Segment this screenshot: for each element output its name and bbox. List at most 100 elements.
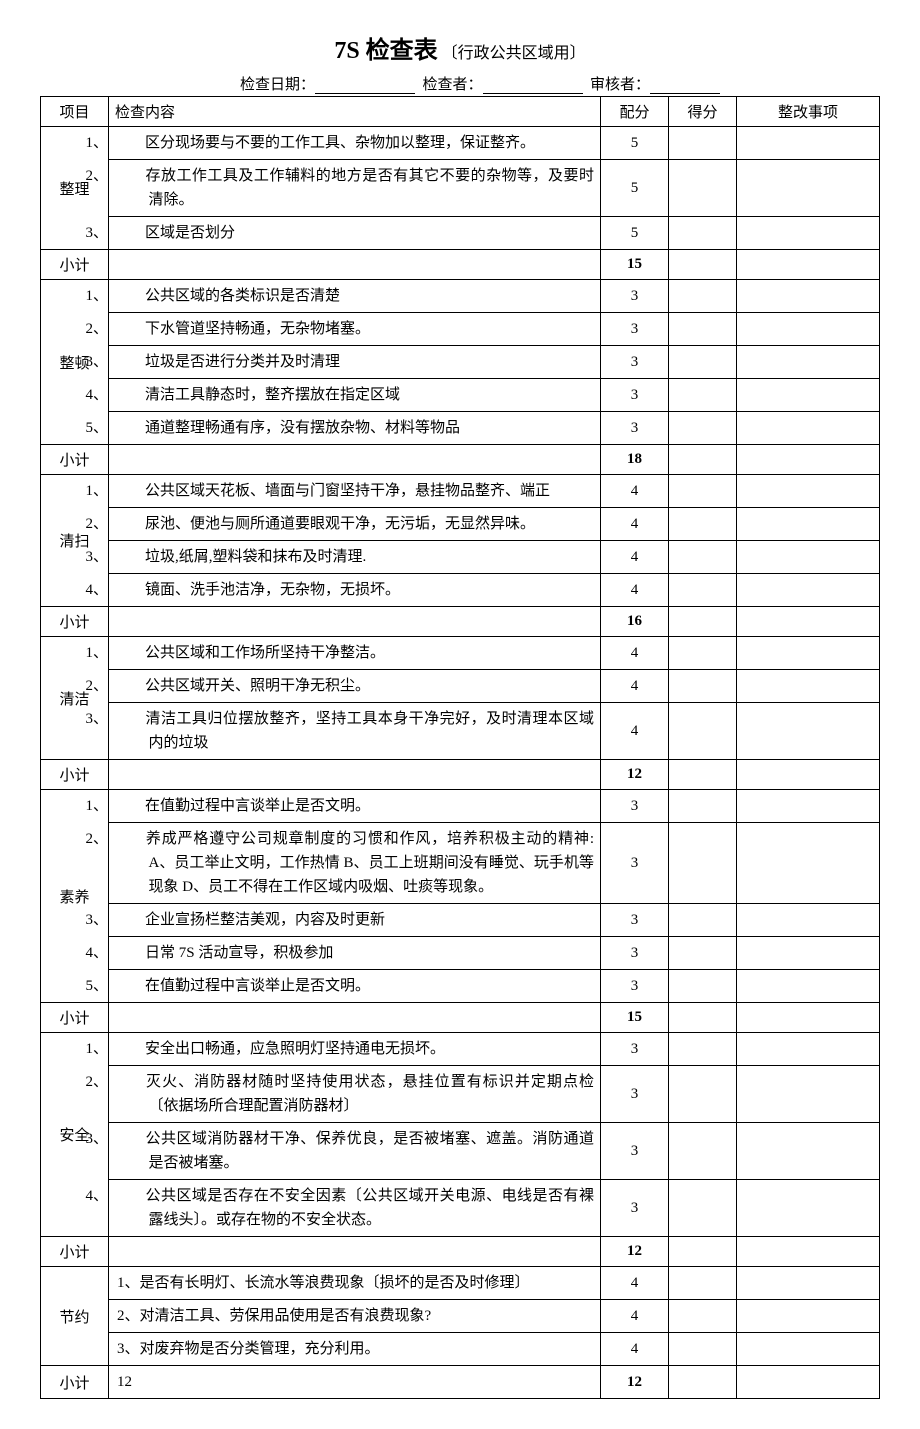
table-row: 3、清洁工具归位摆放整齐，坚持工具本身干净完好，及时清理本区域内的垃圾4 — [41, 703, 880, 760]
item-got[interactable] — [669, 346, 737, 379]
item-fix[interactable] — [737, 475, 880, 508]
item-got[interactable] — [669, 1123, 737, 1180]
item-score: 3 — [601, 346, 669, 379]
meta-date-blank[interactable] — [315, 75, 415, 94]
subtotal-row: 小计12 — [41, 760, 880, 790]
item-got[interactable] — [669, 379, 737, 412]
item-fix[interactable] — [737, 280, 880, 313]
item-fix[interactable] — [737, 1033, 880, 1066]
subtotal-fix[interactable] — [737, 607, 880, 637]
item-got[interactable] — [669, 217, 737, 250]
item-content: 1、安全出口畅通，应急照明灯坚持通电无损坏。 — [109, 1033, 601, 1066]
subtotal-got[interactable] — [669, 250, 737, 280]
item-fix[interactable] — [737, 160, 880, 217]
title-sub: 〔行政公共区域用〕 — [442, 45, 586, 62]
item-fix[interactable] — [737, 1123, 880, 1180]
subtotal-label: 小计 — [41, 607, 109, 637]
item-fix[interactable] — [737, 970, 880, 1003]
item-got[interactable] — [669, 1267, 737, 1300]
subtotal-fix[interactable] — [737, 760, 880, 790]
item-fix[interactable] — [737, 1180, 880, 1237]
item-fix[interactable] — [737, 937, 880, 970]
subtotal-got[interactable] — [669, 445, 737, 475]
subtotal-score: 15 — [601, 1003, 669, 1033]
item-fix[interactable] — [737, 508, 880, 541]
item-fix[interactable] — [737, 412, 880, 445]
item-fix[interactable] — [737, 1333, 880, 1366]
item-fix[interactable] — [737, 574, 880, 607]
item-fix[interactable] — [737, 1267, 880, 1300]
item-got[interactable] — [669, 904, 737, 937]
item-got[interactable] — [669, 127, 737, 160]
item-got[interactable] — [669, 637, 737, 670]
item-fix[interactable] — [737, 217, 880, 250]
item-fix[interactable] — [737, 637, 880, 670]
item-fix[interactable] — [737, 1300, 880, 1333]
item-score: 3 — [601, 412, 669, 445]
item-fix[interactable] — [737, 790, 880, 823]
title-main: 7S 检查表 — [334, 38, 437, 64]
item-content: 3、企业宣扬栏整洁美观，内容及时更新 — [109, 904, 601, 937]
subtotal-got[interactable] — [669, 1237, 737, 1267]
subtotal-score: 15 — [601, 250, 669, 280]
subtotal-got[interactable] — [669, 760, 737, 790]
item-score: 3 — [601, 379, 669, 412]
item-fix[interactable] — [737, 379, 880, 412]
subtotal-got[interactable] — [669, 607, 737, 637]
item-got[interactable] — [669, 1333, 737, 1366]
item-got[interactable] — [669, 1300, 737, 1333]
item-got[interactable] — [669, 574, 737, 607]
item-fix[interactable] — [737, 823, 880, 904]
table-row: 2、尿池、便池与厕所通道要眼观干净，无污垢，无显然异味。4 — [41, 508, 880, 541]
item-fix[interactable] — [737, 127, 880, 160]
subtotal-label: 小计 — [41, 250, 109, 280]
item-score: 3 — [601, 904, 669, 937]
subtotal-fix[interactable] — [737, 1366, 880, 1399]
item-got[interactable] — [669, 160, 737, 217]
table-row: 素养1、在值勤过程中言谈举止是否文明。3 — [41, 790, 880, 823]
item-got[interactable] — [669, 937, 737, 970]
item-got[interactable] — [669, 1033, 737, 1066]
meta-checker-blank[interactable] — [483, 75, 583, 94]
table-row: 4、日常 7S 活动宣导，积极参加3 — [41, 937, 880, 970]
item-got[interactable] — [669, 670, 737, 703]
item-got[interactable] — [669, 1180, 737, 1237]
subtotal-got[interactable] — [669, 1003, 737, 1033]
meta-reviewer-blank[interactable] — [650, 75, 720, 94]
item-got[interactable] — [669, 790, 737, 823]
item-fix[interactable] — [737, 904, 880, 937]
subtotal-fix[interactable] — [737, 1003, 880, 1033]
item-score: 4 — [601, 574, 669, 607]
item-content: 1、区分现场要与不要的工作工具、杂物加以整理，保证整齐。 — [109, 127, 601, 160]
subtotal-fix[interactable] — [737, 250, 880, 280]
item-fix[interactable] — [737, 541, 880, 574]
title-row: 7S 检查表 〔行政公共区域用〕 — [40, 30, 880, 65]
item-got[interactable] — [669, 475, 737, 508]
subtotal-fix[interactable] — [737, 445, 880, 475]
item-got[interactable] — [669, 541, 737, 574]
item-fix[interactable] — [737, 670, 880, 703]
item-got[interactable] — [669, 703, 737, 760]
item-fix[interactable] — [737, 703, 880, 760]
item-fix[interactable] — [737, 346, 880, 379]
item-got[interactable] — [669, 508, 737, 541]
item-got[interactable] — [669, 1066, 737, 1123]
table-row: 3、区域是否划分5 — [41, 217, 880, 250]
item-fix[interactable] — [737, 1066, 880, 1123]
item-got[interactable] — [669, 412, 737, 445]
item-got[interactable] — [669, 280, 737, 313]
item-got[interactable] — [669, 970, 737, 1003]
item-content: 2、养成严格遵守公司规章制度的习惯和作风，培养积极主动的精神: A、员工举止文明… — [109, 823, 601, 904]
item-got[interactable] — [669, 313, 737, 346]
item-score: 4 — [601, 1333, 669, 1366]
subtotal-score: 12 — [601, 760, 669, 790]
item-got[interactable] — [669, 823, 737, 904]
header-score: 配分 — [601, 97, 669, 127]
item-content: 4、镜面、洗手池洁净，无杂物，无损坏。 — [109, 574, 601, 607]
item-fix[interactable] — [737, 313, 880, 346]
subtotal-got[interactable] — [669, 1366, 737, 1399]
subtotal-row: 小计15 — [41, 1003, 880, 1033]
table-row: 3、对废弃物是否分类管理，充分利用。4 — [41, 1333, 880, 1366]
item-content: 5、通道整理畅通有序，没有摆放杂物、材料等物品 — [109, 412, 601, 445]
subtotal-fix[interactable] — [737, 1237, 880, 1267]
